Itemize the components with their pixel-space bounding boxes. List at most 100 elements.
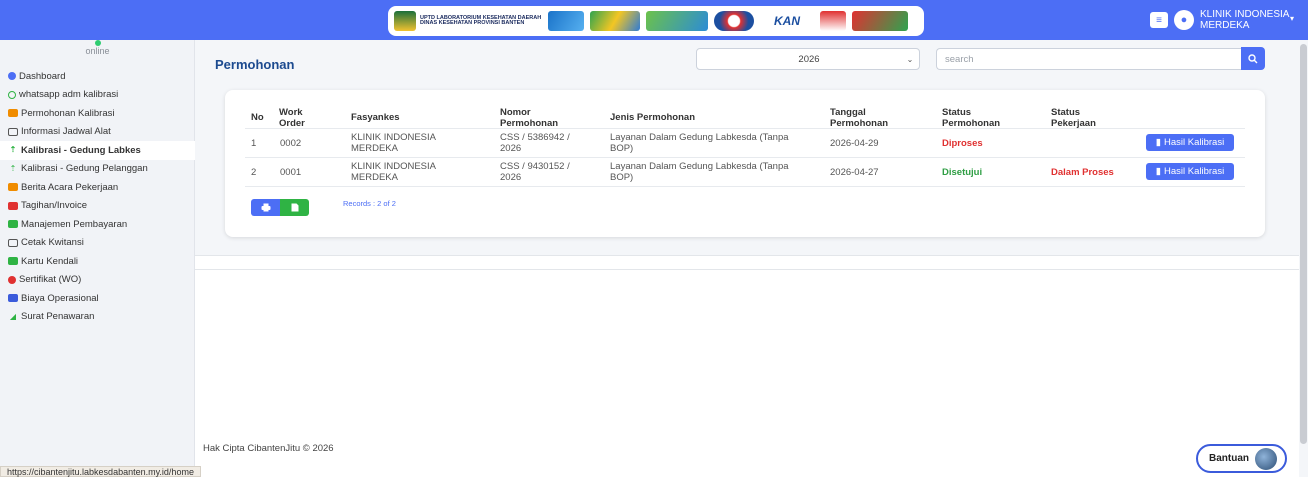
permohonan-card: No Work Order Fasyankes Nomor Permohonan… <box>225 90 1265 237</box>
cell-nomor-permohonan: CSS / 5386942 / 2026 <box>500 132 570 154</box>
print-icon <box>261 203 270 212</box>
sidebar-item-label: Surat Penawaran <box>21 311 95 323</box>
col-header-no: No <box>251 112 264 123</box>
sidebar-item-kalibrasi-gedung-labkes[interactable]: ⇡ Kalibrasi - Gedung Labkes <box>0 141 195 160</box>
records-count: Records : 2 of 2 <box>343 199 396 208</box>
sidebar-item-label: Berita Acara Pekerjaan <box>21 181 119 193</box>
hamburger-icon[interactable]: ≡ <box>1150 12 1168 28</box>
send-icon: ◢ <box>9 311 17 321</box>
list-icon <box>8 294 18 303</box>
sidebar: online Dashboard whatsapp adm kalibrasi … <box>0 40 195 477</box>
sidebar-item-sertifikat[interactable]: Sertifikat (WO) <box>0 271 195 290</box>
sidebar-item-label: Dashboard <box>19 70 66 82</box>
row-divider <box>245 186 1245 187</box>
file-icon: ▮ <box>1155 166 1162 177</box>
online-status-text: online <box>85 46 110 56</box>
export-excel-button[interactable] <box>280 199 309 216</box>
page-title: Permohonan <box>215 57 295 72</box>
sidebar-item-label: Kalibrasi - Gedung Pelanggan <box>21 163 148 175</box>
sidebar-item-biaya-operasional[interactable]: Biaya Operasional <box>0 289 195 308</box>
sidebar-item-kartu-kendali[interactable]: Kartu Kendali <box>0 252 195 271</box>
calendar-icon <box>8 127 18 136</box>
print-icon <box>8 238 18 247</box>
sidebar-item-tagihan[interactable]: Tagihan/Invoice <box>0 197 195 216</box>
sidebar-nav: Dashboard whatsapp adm kalibrasi Permoho… <box>0 67 195 326</box>
banten-seal-icon <box>394 11 416 31</box>
kan-logo: KAN <box>774 14 800 28</box>
file-icon: ▮ <box>1155 137 1162 148</box>
indonesia-logo <box>820 11 846 31</box>
user-circle-icon[interactable]: ● <box>1174 10 1194 30</box>
sidebar-item-permohonan-kalibrasi[interactable]: Permohonan Kalibrasi <box>0 104 195 123</box>
user-name[interactable]: KLINIK INDONESIA MERDEKA <box>1200 9 1290 31</box>
whatsapp-icon <box>8 90 16 99</box>
col-header-status-permohonan: Status Permohonan <box>942 107 1001 129</box>
sidebar-item-label: Cetak Kwitansi <box>21 237 84 249</box>
top-navbar: UPTD LABORATORIUM KESEHATAN DAERAH DINAS… <box>0 0 1308 40</box>
search-button[interactable] <box>1241 47 1265 70</box>
sidebar-item-berita-acara[interactable]: Berita Acara Pekerjaan <box>0 178 195 197</box>
col-header-status-pekerjaan: Status Pekerjaan <box>1051 107 1096 129</box>
cell-no: 1 <box>251 138 257 149</box>
upload-icon: ⇡ <box>9 163 17 173</box>
folder-icon <box>8 183 18 192</box>
sidebar-item-whatsapp[interactable]: whatsapp adm kalibrasi <box>0 86 195 105</box>
card-icon <box>8 257 18 266</box>
cibantenjitu-logo <box>548 11 584 31</box>
cell-fasyankes: KLINIK INDONESIA MERDEKA <box>351 161 436 183</box>
sidebar-item-cetak-kwitansi[interactable]: Cetak Kwitansi <box>0 234 195 253</box>
hasil-kalibrasi-label: Hasil Kalibrasi <box>1164 166 1225 177</box>
sidebar-item-label: Manajemen Pembayaran <box>21 218 128 230</box>
sidebar-item-surat-penawaran[interactable]: ◢ Surat Penawaran <box>0 308 195 327</box>
dinas-logo: UPTD LABORATORIUM KESEHATAN DAERAH DINAS… <box>394 11 542 31</box>
scrollbar-thumb[interactable] <box>1300 44 1307 444</box>
upload-icon: ⇡ <box>9 145 17 155</box>
search-input[interactable] <box>936 48 1241 70</box>
cell-fasyankes: KLINIK INDONESIA MERDEKA <box>351 132 436 154</box>
status-badge: Disetujui <box>942 167 983 178</box>
cell-jenis-permohonan: Layanan Dalam Gedung Labkesda (Tanpa BOP… <box>610 161 789 183</box>
invoice-icon <box>8 201 18 210</box>
sidebar-item-label: Kalibrasi - Gedung Labkes <box>21 144 141 156</box>
folder-icon <box>8 109 18 118</box>
col-header-fasyankes: Fasyankes <box>351 112 400 123</box>
hasil-kalibrasi-button[interactable]: ▮ Hasil Kalibrasi <box>1146 163 1234 180</box>
sidebar-item-jadwal-alat[interactable]: Informasi Jadwal Alat <box>0 123 195 142</box>
kemenkes-logo <box>590 11 640 31</box>
sidebar-item-dashboard[interactable]: Dashboard <box>0 67 195 86</box>
cell-tanggal: 2026-04-27 <box>830 167 879 178</box>
print-button[interactable] <box>251 199 280 216</box>
year-select[interactable]: 2026 ⌄ <box>696 48 920 70</box>
certificate-icon <box>8 275 16 284</box>
col-header-nomor-permohonan: Nomor Permohonan <box>500 107 559 129</box>
col-header-jenis-permohonan: Jenis Permohonan <box>610 112 695 123</box>
cell-no: 2 <box>251 167 257 178</box>
help-label: Bantuan <box>1209 453 1249 464</box>
col-header-work-order: Work Order <box>279 107 305 129</box>
partner-logos-banner: UPTD LABORATORIUM KESEHATAN DAERAH DINAS… <box>388 6 924 36</box>
status-badge: Diproses <box>942 138 983 149</box>
header-divider <box>245 128 1245 129</box>
money-icon <box>8 220 18 229</box>
cell-jenis-permohonan: Layanan Dalam Gedung Labkesda (Tanpa BOP… <box>610 132 789 154</box>
search-icon <box>1248 53 1258 63</box>
badge-logo <box>714 11 754 31</box>
main-content: Permohonan 2026 ⌄ No Work Order Fasyanke… <box>195 40 1308 477</box>
sidebar-item-label: Permohonan Kalibrasi <box>21 107 115 119</box>
help-button[interactable]: Bantuan <box>1196 444 1287 473</box>
sidebar-item-kalibrasi-gedung-pelanggan[interactable]: ⇡ Kalibrasi - Gedung Pelanggan <box>0 160 195 179</box>
hasil-kalibrasi-label: Hasil Kalibrasi <box>1164 137 1225 148</box>
content-divider-band <box>195 255 1308 270</box>
berakhlak-logo <box>852 11 908 31</box>
sidebar-item-label: Tagihan/Invoice <box>21 200 88 212</box>
chevron-down-icon[interactable]: ▾ <box>1290 14 1294 23</box>
file-excel-icon <box>291 203 298 212</box>
hasil-kalibrasi-button[interactable]: ▮ Hasil Kalibrasi <box>1146 134 1234 151</box>
row-divider <box>245 157 1245 158</box>
cell-work-order: 0001 <box>280 167 302 178</box>
col-header-tanggal-permohonan: Tanggal Permohonan <box>830 107 889 129</box>
copyright-text: Hak Cipta CibantenJitu © 2026 <box>203 443 334 454</box>
status-pekerjaan: Dalam Proses <box>1051 167 1114 178</box>
sidebar-item-manajemen-pembayaran[interactable]: Manajemen Pembayaran <box>0 215 195 234</box>
chevron-down-icon: ⌄ <box>906 54 914 64</box>
